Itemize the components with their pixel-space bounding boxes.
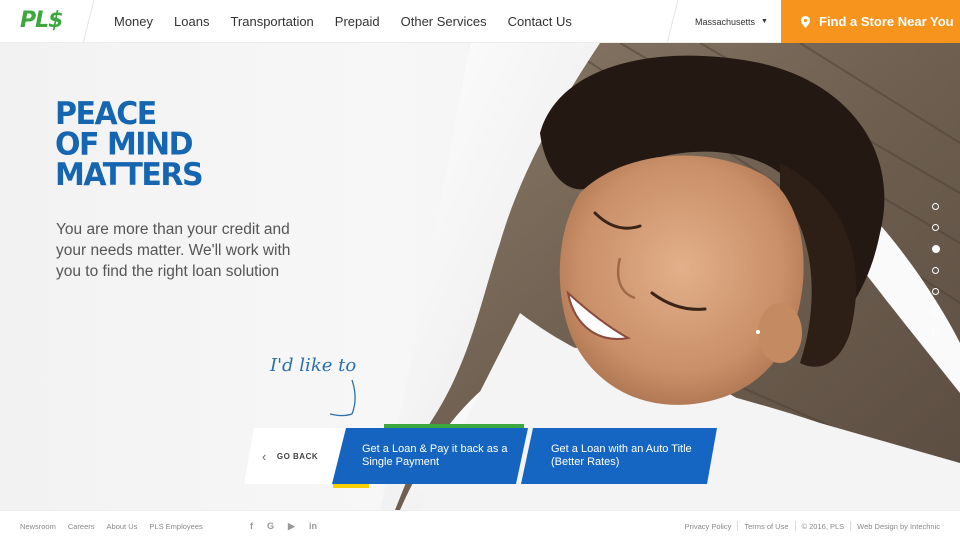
accent-bar-yellow xyxy=(333,484,369,488)
main-nav: Money Loans Transportation Prepaid Other… xyxy=(114,0,593,43)
slide-indicators xyxy=(932,203,940,351)
facebook-icon[interactable]: f xyxy=(250,521,253,531)
header: PL$ Money Loans Transportation Prepaid O… xyxy=(0,0,960,43)
nav-prepaid[interactable]: Prepaid xyxy=(335,14,380,29)
handwritten-prompt: I'd like to xyxy=(270,355,357,376)
footer: Newsroom Careers About Us PLS Employees … xyxy=(0,510,960,540)
location-pin-icon xyxy=(801,15,810,28)
auto-title-loan-button[interactable]: Get a Loan with an Auto Title (Better Ra… xyxy=(521,428,717,484)
pls-logo[interactable]: PL$ xyxy=(20,8,63,33)
footer-link-pls-employees[interactable]: PLS Employees xyxy=(149,522,202,531)
find-store-button[interactable]: Find a Store Near You xyxy=(781,0,960,43)
linkedin-icon[interactable]: in xyxy=(309,521,317,531)
footer-link-about-us[interactable]: About Us xyxy=(107,522,138,531)
slide-dot-active[interactable] xyxy=(932,245,940,253)
nav-money[interactable]: Money xyxy=(114,14,153,29)
privacy-policy-link[interactable]: Privacy Policy xyxy=(685,522,732,531)
caret-down-icon: ▼ xyxy=(761,18,768,25)
single-payment-loan-button[interactable]: Get a Loan & Pay it back as a Single Pay… xyxy=(332,428,528,484)
hero-headline: PEACE OF MIND MATTERS xyxy=(55,95,204,194)
nav-transportation[interactable]: Transportation xyxy=(230,14,313,29)
state-selector[interactable]: Massachusetts ▼ xyxy=(695,0,768,43)
headline-line: PEACE xyxy=(55,95,157,133)
divider xyxy=(794,521,796,531)
copyright: © 2016, PLS xyxy=(801,521,845,531)
option-label: Get a Loan & Pay it back as a Single Pay… xyxy=(362,443,508,468)
go-back-label: GO BACK xyxy=(276,451,319,461)
footer-link-newsroom[interactable]: Newsroom xyxy=(20,522,56,531)
social-links: f G ▶ in xyxy=(250,511,331,540)
accent-bar-green xyxy=(384,424,524,428)
youtube-icon[interactable]: ▶ xyxy=(288,521,295,532)
slide-dot[interactable] xyxy=(932,267,939,274)
divider xyxy=(737,521,739,531)
slide-dot[interactable] xyxy=(932,224,939,231)
option-label: Get a Loan with an Auto Title (Better Ra… xyxy=(551,443,692,468)
google-plus-icon[interactable]: G xyxy=(267,521,274,531)
footer-link-careers[interactable]: Careers xyxy=(68,522,95,531)
hand-drawn-arrow-icon xyxy=(330,379,356,417)
web-design-credit-link[interactable]: Web Design by Intechnic xyxy=(857,522,940,531)
state-label: Massachusetts xyxy=(695,16,756,27)
headline-line: OF MIND xyxy=(55,126,193,163)
divider xyxy=(666,0,679,43)
divider xyxy=(82,0,95,43)
slide-dot[interactable] xyxy=(932,309,939,316)
nav-loans[interactable]: Loans xyxy=(174,14,209,29)
hero-subtext: You are more than your credit and your n… xyxy=(56,221,291,280)
nav-other-services[interactable]: Other Services xyxy=(401,14,487,29)
chevron-left-icon: ‹ xyxy=(262,448,267,464)
slide-dot[interactable] xyxy=(932,288,939,295)
footer-legal: Privacy Policy Terms of Use © 2016, PLS … xyxy=(685,511,940,540)
slide-dot[interactable] xyxy=(932,203,939,210)
find-store-label: Find a Store Near You xyxy=(819,14,954,29)
terms-of-use-link[interactable]: Terms of Use xyxy=(744,522,788,531)
divider xyxy=(850,521,852,531)
footer-links: Newsroom Careers About Us PLS Employees xyxy=(20,511,215,540)
hero-section: PEACE OF MIND MATTERS You are more than … xyxy=(0,43,960,510)
headline-line: MATTERS xyxy=(55,156,204,194)
slide-dot[interactable] xyxy=(932,330,939,337)
nav-contact-us[interactable]: Contact Us xyxy=(508,14,572,29)
